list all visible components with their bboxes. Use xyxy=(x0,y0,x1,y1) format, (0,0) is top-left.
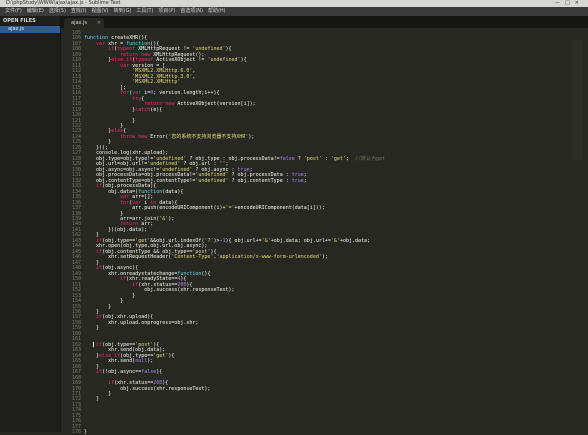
menu-tools[interactable]: 工具(T) xyxy=(136,7,153,16)
close-button[interactable]: ✕ xyxy=(575,0,584,6)
menu-project[interactable]: 项目(P) xyxy=(158,7,175,16)
tab-bar: ajax.js × xyxy=(61,16,588,28)
menu-selection[interactable]: 选择(S) xyxy=(49,7,66,16)
tab-ajax-js[interactable]: ajax.js × xyxy=(64,18,104,28)
line-number: 178 xyxy=(71,429,81,435)
menu-view[interactable]: 视图(V) xyxy=(91,7,108,16)
menu-goto[interactable]: 转到(G) xyxy=(114,7,132,16)
code-line[interactable]: } xyxy=(84,430,87,435)
minimize-button[interactable]: — xyxy=(555,0,565,6)
menu-bar: 文件(F) 编辑(E) 选择(S) 查找(I) 视图(V) 转到(G) 工具(T) 项目(P)… xyxy=(0,7,588,16)
maximize-button[interactable]: □ xyxy=(565,0,575,6)
menu-find[interactable]: 查找(I) xyxy=(71,7,86,16)
sidebar: OPEN FILES ajax.js xyxy=(0,16,61,432)
menu-help[interactable]: 帮助(H) xyxy=(208,7,226,16)
sidebar-header: OPEN FILES xyxy=(3,18,36,24)
tab-close-icon[interactable]: × xyxy=(97,18,101,28)
title-bar: D:\phpStudy\WWW\ajax\ajax.js - Sublime T… xyxy=(0,0,588,7)
window-controls[interactable]: —□✕ xyxy=(555,0,584,7)
tab-label: ajax.js xyxy=(71,20,88,26)
code-line[interactable]: } xyxy=(84,326,99,331)
window-title: D:\phpStudy\WWW\ajax\ajax.js - Sublime T… xyxy=(6,0,121,6)
menu-edit[interactable]: 编辑(E) xyxy=(27,7,44,16)
text-cursor xyxy=(93,342,94,347)
minimap[interactable] xyxy=(572,40,582,160)
code-line[interactable]: }catch(e){ xyxy=(84,107,162,113)
menu-file[interactable]: 文件(F) xyxy=(5,7,22,16)
code-line[interactable]: xhr.setRequestHeader('Content-Type','app… xyxy=(84,255,328,260)
sidebar-file-ajax-js[interactable]: ajax.js xyxy=(0,26,60,33)
code-line[interactable]: } xyxy=(84,397,99,402)
code-line[interactable]: xhr.upload.onprogress=obj.xhr; xyxy=(84,320,198,326)
code-editor[interactable]: 105 106 function createXHR(){107 var xhr =… xyxy=(61,28,588,435)
code-line[interactable]: if(!obj.async==false){ xyxy=(84,370,162,375)
menu-preferences[interactable]: 首选项(N) xyxy=(180,7,203,16)
